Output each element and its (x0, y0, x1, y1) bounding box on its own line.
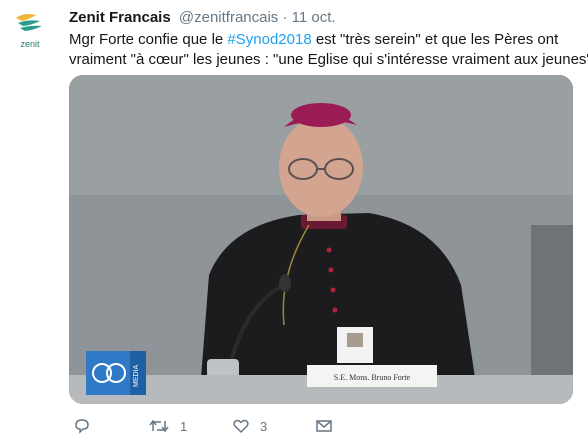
tweet-text-line-1: Mgr Forte confie que le #Synod2018 est "… (69, 30, 574, 50)
like-count: 3 (260, 418, 268, 434)
avatar[interactable]: zenit (10, 10, 50, 50)
tweet-header: Zenit Francais @zenitfrancais · 11 oct. (69, 9, 336, 26)
avatar-label: zenit (20, 39, 40, 49)
direct-message-button[interactable] (315, 416, 333, 436)
tweet-actions: 1 3 (69, 416, 529, 438)
author-handle[interactable]: @zenitfrancais (179, 9, 278, 26)
reply-icon (75, 419, 89, 434)
tweet-media[interactable]: S.E. Mons. Bruno Forte MEDIA (69, 75, 573, 404)
like-button[interactable]: 3 (232, 416, 267, 436)
reply-button[interactable] (73, 416, 101, 436)
separator-dot: · (282, 9, 288, 26)
retweet-count: 1 (180, 418, 188, 434)
tweet-text-part-1: Mgr Forte confie que le (69, 31, 228, 48)
retweet-button[interactable]: 1 (148, 416, 187, 436)
nameplate-text: S.E. Mons. Bruno Forte (334, 373, 411, 382)
vatican-media-logo-icon: MEDIA (86, 351, 146, 395)
zenit-logo-icon (16, 14, 42, 31)
hashtag-link[interactable]: #Synod2018 (227, 31, 311, 48)
tweet-text: Mgr Forte confie que le #Synod2018 est "… (69, 30, 588, 70)
press-conference-image: S.E. Mons. Bruno Forte MEDIA (69, 75, 573, 404)
author-name[interactable]: Zenit Francais (69, 9, 171, 26)
tweet-text-part-2: est "très serein" et que les Pères ont (311, 31, 559, 48)
retweet-icon (149, 419, 169, 433)
like-icon (233, 419, 249, 434)
tweet-text-line-2: vraiment "à cœur" les jeunes : "une Egli… (69, 51, 588, 68)
media-logo-label: MEDIA (133, 365, 140, 388)
tweet-date[interactable]: 11 oct. (292, 9, 336, 26)
dm-icon (316, 420, 332, 432)
